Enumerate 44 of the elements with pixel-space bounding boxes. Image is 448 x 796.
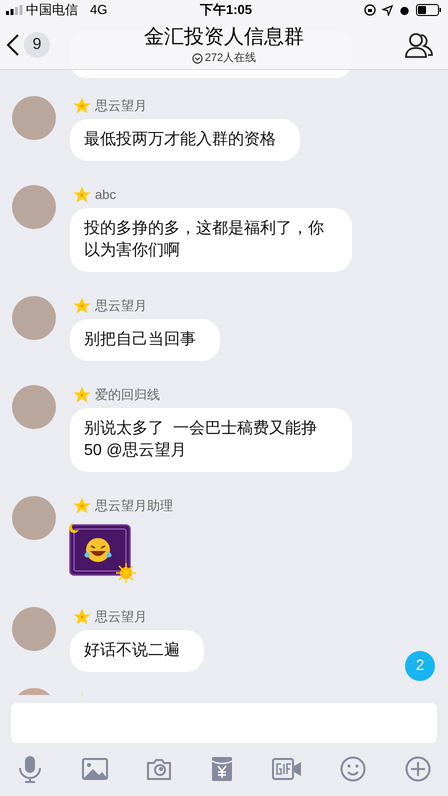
gif-video-icon[interactable] — [272, 758, 302, 780]
avatar[interactable] — [12, 96, 56, 140]
microphone-icon[interactable] — [17, 755, 43, 783]
star-icon — [72, 496, 92, 516]
status-time: 下午1:05 — [200, 1, 252, 20]
battery-icon — [416, 4, 442, 16]
smiley-icon[interactable] — [340, 756, 366, 782]
star-icon — [72, 607, 92, 627]
star-icon — [72, 185, 92, 205]
message-bubble[interactable]: 投的多挣的多，这都是福利了，你以为害你们啊 — [70, 208, 352, 272]
network-type: 4G — [90, 1, 108, 20]
unread-count: 9 — [24, 32, 50, 58]
sender-name: 思云望月助理 — [95, 497, 173, 515]
location-arrow-icon — [382, 4, 393, 16]
online-count: 272人在线 — [204, 51, 256, 66]
avatar[interactable] — [12, 296, 56, 340]
carrier-name: 中国电信 — [26, 1, 78, 20]
sender-name: 思云望月 — [95, 608, 147, 626]
star-icon — [72, 96, 92, 116]
sender-name: abc — [95, 186, 116, 204]
group-members-icon[interactable] — [404, 31, 434, 59]
star-icon — [72, 385, 92, 405]
rotation-lock-icon — [364, 4, 376, 16]
envelope-icon[interactable] — [210, 756, 233, 782]
sender-name: 思云望月 — [95, 297, 147, 315]
avatar[interactable] — [12, 185, 56, 229]
avatar[interactable] — [12, 607, 56, 651]
camera-icon[interactable] — [146, 758, 172, 780]
chevron-down-icon — [192, 52, 203, 64]
sender-name: 爱的回归线 — [95, 386, 160, 404]
star-icon — [72, 296, 92, 316]
emoji-sticker-drawing[interactable] — [66, 521, 136, 583]
message-bubble[interactable]: 好话不说二遍 — [70, 630, 204, 672]
avatar[interactable] — [12, 385, 56, 429]
plus-icon[interactable] — [404, 756, 431, 782]
message-bubble[interactable]: 别说太多了 一会巴士稿费又能挣50 @思云望月 — [70, 408, 352, 472]
avatar[interactable] — [12, 496, 56, 540]
image-icon[interactable] — [82, 758, 108, 780]
back-button[interactable]: 9 — [6, 32, 50, 58]
message-bubble[interactable]: 别把自己当回事 — [70, 319, 220, 361]
group-title: 金汇投资人信息群 — [144, 25, 304, 50]
message-bubble[interactable]: 最低投两万才能入群的资格 — [70, 119, 300, 161]
signal-icon — [6, 5, 24, 15]
sender-name: 思云望月 — [95, 97, 147, 115]
